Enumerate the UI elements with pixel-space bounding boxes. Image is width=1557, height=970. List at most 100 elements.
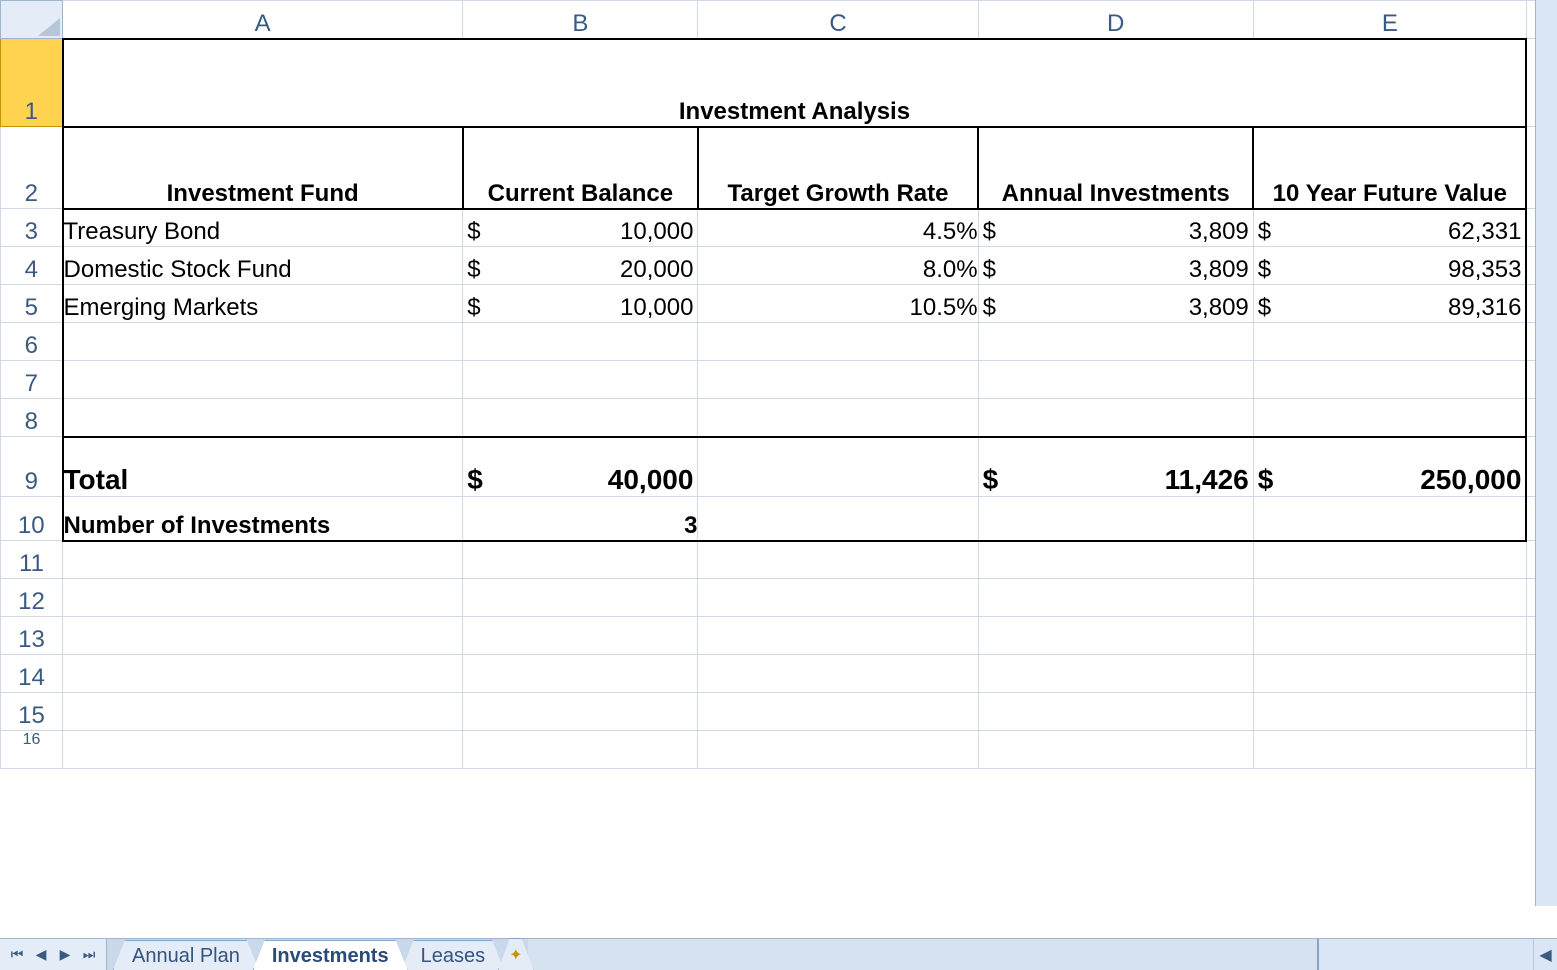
sheet-tab-annual-plan[interactable]: Annual Plan — [113, 940, 259, 970]
cell-b9[interactable]: $40,000 — [463, 437, 698, 497]
col-header-a[interactable]: A — [63, 1, 463, 39]
cell-c7[interactable] — [698, 361, 978, 399]
sheet-tab-leases[interactable]: Leases — [402, 940, 505, 970]
col-header-c[interactable]: C — [698, 1, 978, 39]
cell-e8[interactable] — [1253, 399, 1526, 437]
tab-nav-next[interactable]: ▶ — [56, 946, 74, 964]
cell-c3[interactable]: 4.5% — [698, 209, 978, 247]
row-header-13[interactable]: 13 — [1, 617, 63, 655]
header-investment-fund[interactable]: Investment Fund — [63, 127, 463, 209]
cell-d9[interactable]: $11,426 — [978, 437, 1253, 497]
cell-e7[interactable] — [1253, 361, 1526, 399]
cell-c5[interactable]: 10.5% — [698, 285, 978, 323]
cell-c15[interactable] — [698, 693, 978, 731]
cell-a14[interactable] — [63, 655, 463, 693]
row-header-3[interactable]: 3 — [1, 209, 63, 247]
col-header-d[interactable]: D — [978, 1, 1253, 39]
cell-b6[interactable] — [463, 323, 698, 361]
cell-c4[interactable]: 8.0% — [698, 247, 978, 285]
row-header-5[interactable]: 5 — [1, 285, 63, 323]
cell-e10[interactable] — [1253, 497, 1526, 541]
cell-a7[interactable] — [63, 361, 463, 399]
cell-c9[interactable] — [698, 437, 978, 497]
horizontal-scrollbar[interactable]: ◀ — [1317, 939, 1557, 970]
row-header-9[interactable]: 9 — [1, 437, 63, 497]
cell-c13[interactable] — [698, 617, 978, 655]
col-header-e[interactable]: E — [1253, 1, 1526, 39]
tab-nav-prev[interactable]: ◀ — [32, 946, 50, 964]
select-all-corner[interactable] — [1, 1, 63, 39]
cell-c16[interactable] — [698, 731, 978, 769]
cell-b11[interactable] — [463, 541, 698, 579]
row-header-10[interactable]: 10 — [1, 497, 63, 541]
cell-e4[interactable]: $98,353 — [1253, 247, 1526, 285]
cell-d5[interactable]: $3,809 — [978, 285, 1253, 323]
cell-b15[interactable] — [463, 693, 698, 731]
cell-b16[interactable] — [463, 731, 698, 769]
cell-b3[interactable]: $10,000 — [463, 209, 698, 247]
cell-e15[interactable] — [1253, 693, 1526, 731]
vertical-scrollbar[interactable] — [1535, 0, 1557, 906]
row-header-2[interactable]: 2 — [1, 127, 63, 209]
header-annual-investments[interactable]: Annual Investments — [978, 127, 1253, 209]
cell-a15[interactable] — [63, 693, 463, 731]
cell-c12[interactable] — [698, 579, 978, 617]
cell-a4[interactable]: Domestic Stock Fund — [63, 247, 463, 285]
cell-d11[interactable] — [978, 541, 1253, 579]
cell-b5[interactable]: $10,000 — [463, 285, 698, 323]
cell-a5[interactable]: Emerging Markets — [63, 285, 463, 323]
cell-d3[interactable]: $3,809 — [978, 209, 1253, 247]
cell-a13[interactable] — [63, 617, 463, 655]
cell-e3[interactable]: $62,331 — [1253, 209, 1526, 247]
cell-d8[interactable] — [978, 399, 1253, 437]
cell-b7[interactable] — [463, 361, 698, 399]
cell-b4[interactable]: $20,000 — [463, 247, 698, 285]
cell-a3[interactable]: Treasury Bond — [63, 209, 463, 247]
cell-d13[interactable] — [978, 617, 1253, 655]
cell-d15[interactable] — [978, 693, 1253, 731]
cell-a11[interactable] — [63, 541, 463, 579]
cell-a9[interactable]: Total — [63, 437, 463, 497]
cell-d16[interactable] — [978, 731, 1253, 769]
row-header-8[interactable]: 8 — [1, 399, 63, 437]
cell-e12[interactable] — [1253, 579, 1526, 617]
cell-e13[interactable] — [1253, 617, 1526, 655]
cell-e9[interactable]: $250,000 — [1253, 437, 1526, 497]
title-cell[interactable]: Investment Analysis — [63, 39, 1527, 127]
row-header-16[interactable]: 16 — [1, 731, 63, 769]
header-future-value[interactable]: 10 Year Future Value — [1253, 127, 1526, 209]
scroll-left-arrow[interactable]: ◀ — [1533, 939, 1557, 970]
row-header-14[interactable]: 14 — [1, 655, 63, 693]
cell-b12[interactable] — [463, 579, 698, 617]
cell-a6[interactable] — [63, 323, 463, 361]
cell-d7[interactable] — [978, 361, 1253, 399]
row-header-1[interactable]: 1 — [1, 39, 63, 127]
cell-e11[interactable] — [1253, 541, 1526, 579]
worksheet-grid[interactable]: A B C D E 1 Investment Analysis 2 Invest… — [0, 0, 1557, 938]
row-header-15[interactable]: 15 — [1, 693, 63, 731]
cell-c11[interactable] — [698, 541, 978, 579]
col-header-b[interactable]: B — [463, 1, 698, 39]
cell-b10[interactable]: 3 — [463, 497, 698, 541]
sheet-tab-new[interactable]: ✦ — [498, 938, 533, 970]
row-header-4[interactable]: 4 — [1, 247, 63, 285]
cell-b8[interactable] — [463, 399, 698, 437]
row-header-12[interactable]: 12 — [1, 579, 63, 617]
cell-d6[interactable] — [978, 323, 1253, 361]
cell-b14[interactable] — [463, 655, 698, 693]
cell-b13[interactable] — [463, 617, 698, 655]
cell-a12[interactable] — [63, 579, 463, 617]
cell-e16[interactable] — [1253, 731, 1526, 769]
row-header-7[interactable]: 7 — [1, 361, 63, 399]
cell-d4[interactable]: $3,809 — [978, 247, 1253, 285]
cell-a8[interactable] — [63, 399, 463, 437]
cell-c14[interactable] — [698, 655, 978, 693]
tab-nav-first[interactable]: ⏮ — [8, 946, 26, 964]
cell-a10[interactable]: Number of Investments — [63, 497, 463, 541]
cell-a16[interactable] — [63, 731, 463, 769]
header-current-balance[interactable]: Current Balance — [463, 127, 698, 209]
sheet-tab-investments[interactable]: Investments — [253, 940, 408, 970]
tab-nav-last[interactable]: ⏭ — [80, 946, 98, 964]
cell-e6[interactable] — [1253, 323, 1526, 361]
cell-d10[interactable] — [978, 497, 1253, 541]
